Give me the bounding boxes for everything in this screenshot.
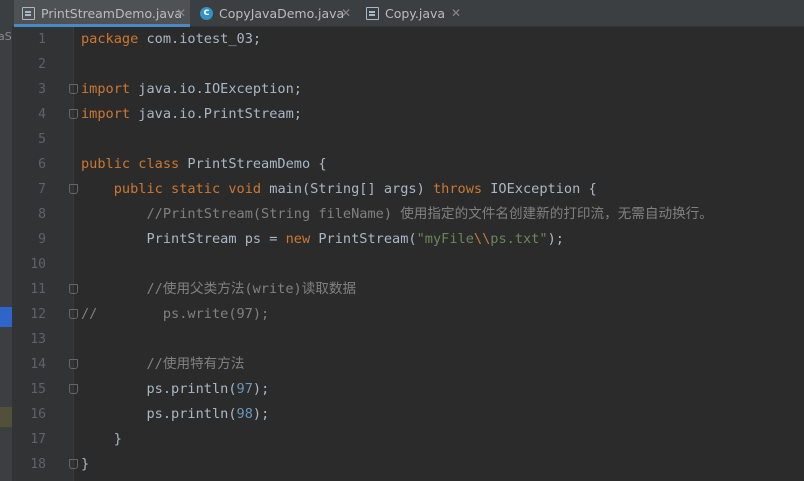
line-number: 11	[30, 282, 46, 297]
code-text: java.io.PrintStream;	[130, 106, 302, 122]
code-text: IOException {	[482, 181, 597, 197]
close-icon[interactable]: ✕	[176, 0, 186, 27]
keyword: public static void	[113, 181, 262, 197]
line-number: 8	[38, 207, 46, 222]
code-text: java.io.IOException;	[130, 81, 302, 97]
number-literal: 97	[236, 381, 253, 397]
code-text: );	[252, 406, 270, 422]
line-number: 12	[30, 307, 46, 322]
tab-bar-left-edge	[0, 0, 12, 27]
code-text: PrintStream(	[310, 231, 417, 247]
code-line-4: import java.io.PrintStream;	[81, 102, 302, 127]
code-line-11: //使用父类方法(write)读取数据	[81, 277, 356, 302]
code-editor[interactable]: package com.iotest_03; import java.io.IO…	[74, 27, 804, 481]
line-number: 1	[38, 32, 46, 47]
line-number: 4	[38, 107, 46, 122]
comment: //PrintStream(String fileName) 使用指定的文件名创…	[146, 206, 713, 222]
tab-printstreamdemo[interactable]: PrintStreamDemo.java ✕	[14, 0, 190, 27]
string-literal: ps.txt"	[490, 231, 548, 247]
code-line-18: }	[81, 452, 89, 477]
line-number: 6	[38, 157, 46, 172]
tab-label: Copy.java	[385, 6, 446, 21]
project-panel-clipped-text: aS	[0, 30, 12, 43]
code-text: }	[81, 456, 90, 472]
line-number: 16	[30, 407, 46, 422]
comment: // ps.write(97);	[81, 306, 270, 322]
code-line-8: //PrintStream(String fileName) 使用指定的文件名创…	[81, 202, 713, 227]
selected-tree-row-marker	[0, 307, 12, 327]
line-number: 18	[30, 457, 46, 472]
code-text: ps.println(	[146, 406, 237, 422]
line-number: 17	[30, 432, 46, 447]
code-line-16: ps.println(98);	[81, 402, 269, 427]
line-number: 14	[30, 357, 46, 372]
escape-sequence: \\	[473, 231, 491, 247]
editor-tab-bar: PrintStreamDemo.java ✕ CopyJavaDemo.java…	[0, 0, 804, 27]
line-number: 13	[30, 332, 46, 347]
line-number: 2	[38, 57, 46, 72]
code-line-17: }	[81, 427, 122, 452]
tab-label: CopyJavaDemo.java	[219, 6, 345, 21]
keyword: public class	[81, 156, 180, 172]
keyword: new	[285, 231, 311, 247]
line-number: 7	[38, 182, 46, 197]
code-line-7: public static void main(String[] args) t…	[81, 177, 597, 202]
code-line-15: ps.println(97);	[81, 377, 269, 402]
tab-copy[interactable]: Copy.java ✕	[358, 0, 468, 27]
code-text: }	[113, 431, 122, 447]
code-text: );	[547, 231, 564, 247]
tab-label: PrintStreamDemo.java	[41, 6, 183, 21]
java-file-icon	[22, 7, 35, 20]
code-line-3: import java.io.IOException;	[81, 77, 302, 102]
code-line-14: //使用特有方法	[81, 352, 244, 377]
java-class-icon	[200, 0, 213, 26]
highlighted-tree-row-marker	[0, 407, 12, 427]
code-line-1: package com.iotest_03;	[81, 27, 261, 52]
line-number: 3	[38, 82, 46, 97]
line-number-gutter: 1 2 3 4 5 6 7 8 9 10 11 12 13 14 15 16 1…	[12, 27, 78, 481]
keyword: import	[81, 106, 131, 122]
close-icon[interactable]: ✕	[341, 0, 351, 27]
line-number: 5	[38, 132, 46, 147]
code-text: ps.println(	[146, 381, 237, 397]
line-number: 10	[30, 257, 46, 272]
number-literal: 98	[236, 406, 253, 422]
keyword: package	[81, 31, 139, 47]
code-text: PrintStreamDemo {	[179, 156, 327, 172]
line-number: 9	[38, 232, 46, 247]
line-number: 15	[30, 382, 46, 397]
string-literal: "myFile	[416, 231, 474, 247]
code-line-12: // ps.write(97);	[81, 302, 269, 327]
tab-copyjavademo[interactable]: CopyJavaDemo.java ✕	[191, 0, 357, 27]
code-line-6: public class PrintStreamDemo {	[81, 152, 327, 177]
comment: //使用特有方法	[146, 356, 245, 372]
keyword: throws	[432, 181, 483, 197]
comment: //使用父类方法(write)读取数据	[146, 281, 357, 297]
project-panel-edge[interactable]: aS	[0, 27, 12, 481]
keyword: import	[81, 81, 131, 97]
java-file-icon	[366, 7, 379, 20]
close-icon[interactable]: ✕	[451, 0, 461, 27]
code-text: main(String[] args)	[261, 181, 433, 197]
code-line-9: PrintStream ps = new PrintStream("myFile…	[81, 227, 564, 252]
code-text: );	[252, 381, 270, 397]
code-text: PrintStream ps =	[146, 231, 286, 247]
code-text: com.iotest_03;	[138, 31, 262, 47]
